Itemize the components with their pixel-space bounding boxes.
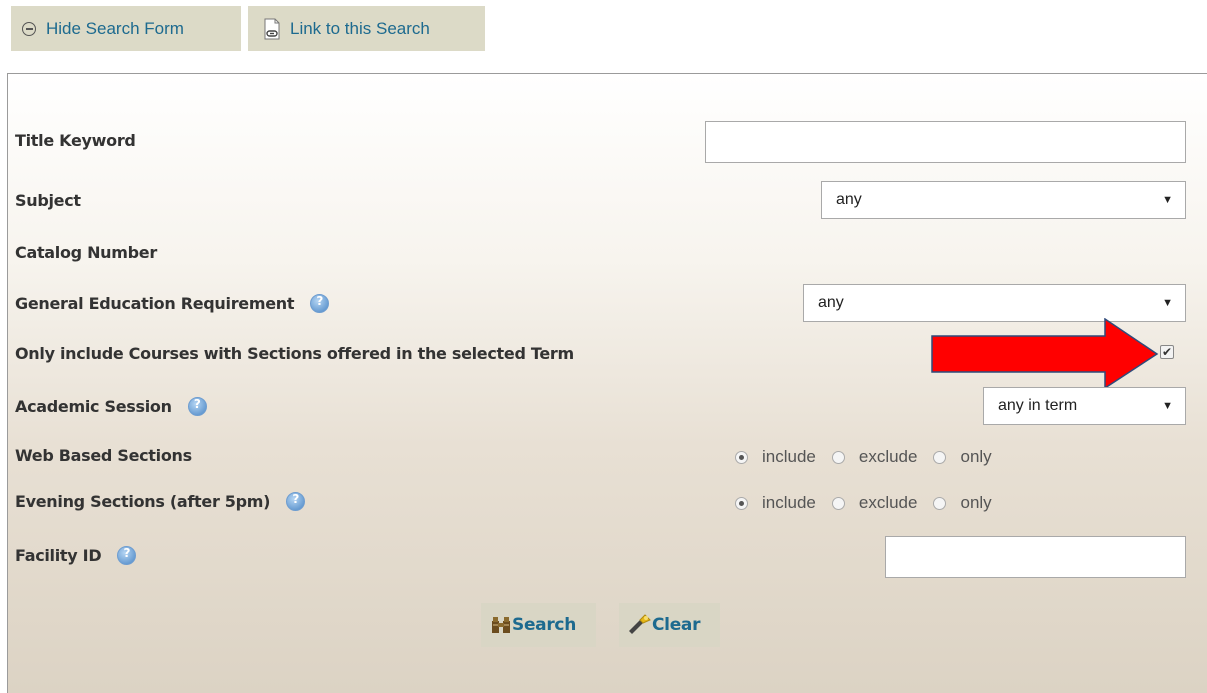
only-offered-checkbox[interactable]: ✔ [1160,345,1174,359]
evening-text: Evening Sections (after 5pm) [15,492,271,511]
minus-circle-icon [22,21,36,36]
gen-ed-select[interactable]: any ▼ [803,284,1186,322]
academic-session-select-value: any in term [998,397,1078,414]
help-icon[interactable] [187,397,207,416]
evening-include-radio[interactable] [735,496,748,510]
chevron-down-icon: ▼ [1162,400,1173,412]
gen-ed-label: General Education Requirement [15,294,330,313]
help-icon[interactable] [286,492,306,511]
academic-session-select[interactable]: any in term ▼ [983,387,1186,425]
title-keyword-input[interactable] [705,121,1186,163]
search-button-label: Search [512,615,577,635]
subject-select[interactable]: any ▼ [821,181,1186,219]
only-offered-text: Only include Courses with Sections offer… [15,344,574,363]
chevron-down-icon: ▼ [1162,297,1173,309]
catalog-number-text: Catalog Number [15,243,157,262]
subject-text: Subject [15,191,81,210]
catalog-number-label: Catalog Number [15,243,157,262]
evening-radio-group: include exclude only [735,493,1008,513]
radio-label-only: only [960,493,992,512]
clear-button[interactable]: Clear [619,603,720,647]
radio-label-exclude: exclude [858,447,918,466]
chevron-down-icon: ▼ [1162,194,1173,206]
web-based-radio-group: include exclude only [735,447,1008,467]
evening-exclude-radio[interactable] [831,496,845,510]
help-icon[interactable] [310,294,330,313]
red-arrow-annotation [931,318,1159,390]
title-keyword-text: Title Keyword [15,131,136,150]
radio-label-include: include [762,447,816,466]
evening-label: Evening Sections (after 5pm) [15,492,306,511]
evening-only-radio[interactable] [933,496,947,510]
facility-id-input[interactable] [885,536,1186,578]
radio-label-only: only [960,447,992,466]
help-icon[interactable] [117,546,137,565]
title-keyword-label: Title Keyword [15,131,136,150]
academic-session-label: Academic Session [15,397,207,416]
web-based-exclude-radio[interactable] [831,450,845,464]
gen-ed-text: General Education Requirement [15,294,295,313]
binoculars-icon [492,617,510,633]
subject-label: Subject [15,191,81,210]
facility-id-text: Facility ID [15,546,102,565]
search-button[interactable]: Search [481,603,596,647]
web-based-include-radio[interactable] [735,450,748,464]
web-based-text: Web Based Sections [15,446,192,465]
web-based-label: Web Based Sections [15,446,192,465]
radio-label-include: include [762,493,816,512]
facility-id-label: Facility ID [15,546,137,565]
academic-session-text: Academic Session [15,397,172,416]
web-based-only-radio[interactable] [933,450,947,464]
gen-ed-select-value: any [818,294,844,311]
eraser-icon [629,614,651,634]
radio-label-exclude: exclude [858,493,918,512]
document-link-icon [264,18,280,39]
link-to-search-label: Link to this Search [290,18,430,38]
only-offered-label: Only include Courses with Sections offer… [15,344,574,363]
link-to-search-button[interactable]: Link to this Search [248,6,485,51]
hide-search-form-button[interactable]: Hide Search Form [11,6,241,51]
clear-button-label: Clear [652,615,701,635]
subject-select-value: any [836,191,862,208]
hide-search-form-label: Hide Search Form [46,18,184,38]
